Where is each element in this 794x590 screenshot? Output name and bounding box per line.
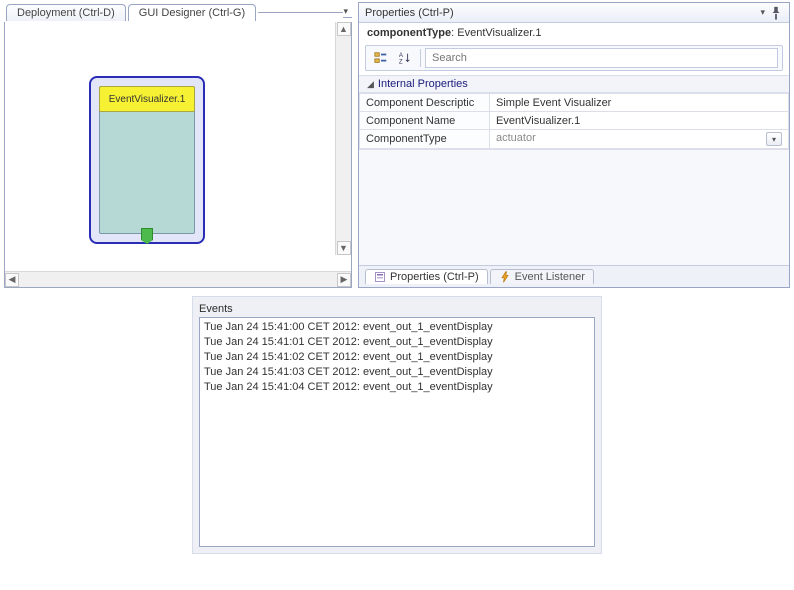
properties-summary: componentType: EventVisualizer.1: [359, 23, 789, 43]
dropdown-icon[interactable]: ▾: [766, 132, 782, 146]
events-list[interactable]: Tue Jan 24 15:41:00 CET 2012: event_out_…: [199, 317, 595, 547]
scroll-right-icon[interactable]: ▶: [337, 273, 351, 287]
event-line: Tue Jan 24 15:41:00 CET 2012: event_out_…: [204, 320, 590, 335]
properties-panel: Properties (Ctrl-P) ▾ componentType: Eve…: [358, 2, 790, 288]
event-line: Tue Jan 24 15:41:02 CET 2012: event_out_…: [204, 350, 590, 365]
categorized-icon[interactable]: [370, 48, 392, 68]
properties-icon: [374, 271, 386, 283]
property-value[interactable]: EventVisualizer.1: [490, 112, 789, 130]
collapse-icon[interactable]: ◢: [367, 79, 374, 90]
lightning-icon: [499, 271, 511, 283]
horizontal-scrollbar[interactable]: ◀ ▶: [5, 271, 351, 287]
summary-key: componentType: [367, 27, 451, 39]
properties-bottom-tabs: Properties (Ctrl-P) Event Listener: [359, 265, 789, 287]
component-eventvisualizer[interactable]: EventVisualizer.1: [89, 76, 205, 244]
panel-menu-icon[interactable]: ▾: [760, 7, 765, 18]
properties-title: Properties (Ctrl-P): [365, 7, 454, 19]
tabs-menu-icon[interactable]: ▾: [343, 6, 348, 17]
designer-panel: Deployment (Ctrl-D) GUI Designer (Ctrl-G…: [4, 2, 352, 288]
tab-properties-label: Properties (Ctrl-P): [390, 271, 479, 283]
sort-az-icon[interactable]: AZ: [394, 48, 416, 68]
designer-canvas[interactable]: EventVisualizer.1 ▲ ▼: [5, 22, 351, 271]
event-line: Tue Jan 24 15:41:03 CET 2012: event_out_…: [204, 365, 590, 380]
property-row: ComponentTypeactuator▾: [360, 130, 789, 149]
events-panel: Events Tue Jan 24 15:41:00 CET 2012: eve…: [192, 296, 602, 554]
tab-properties[interactable]: Properties (Ctrl-P): [365, 269, 488, 284]
section-internal-properties[interactable]: ◢ Internal Properties: [359, 75, 789, 93]
designer-tabs: Deployment (Ctrl-D) GUI Designer (Ctrl-G…: [4, 2, 352, 22]
property-key: Component Name: [360, 112, 490, 130]
tab-event-listener-label: Event Listener: [515, 271, 585, 283]
property-value[interactable]: Simple Event Visualizer: [490, 94, 789, 112]
property-row: Component DescripticSimple Event Visuali…: [360, 94, 789, 112]
section-label: Internal Properties: [378, 78, 468, 90]
event-line: Tue Jan 24 15:41:04 CET 2012: event_out_…: [204, 380, 590, 395]
events-label: Events: [199, 303, 595, 315]
tab-event-listener[interactable]: Event Listener: [490, 269, 594, 284]
pin-icon[interactable]: [769, 6, 783, 20]
component-title: EventVisualizer.1: [99, 86, 195, 112]
vertical-scrollbar[interactable]: ▲ ▼: [335, 22, 351, 255]
svg-text:Z: Z: [399, 58, 403, 65]
designer-canvas-wrap: EventVisualizer.1 ▲ ▼ ◀ ▶: [4, 22, 352, 288]
event-line: Tue Jan 24 15:41:01 CET 2012: event_out_…: [204, 335, 590, 350]
properties-table: Component DescripticSimple Event Visuali…: [359, 93, 789, 149]
tab-deployment[interactable]: Deployment (Ctrl-D): [6, 4, 126, 21]
property-value[interactable]: actuator▾: [490, 130, 789, 149]
property-key: Component Descriptic: [360, 94, 490, 112]
search-input[interactable]: [425, 48, 778, 68]
properties-tbody: Component DescripticSimple Event Visuali…: [360, 94, 789, 149]
scroll-left-icon[interactable]: ◀: [5, 273, 19, 287]
tab-gui-designer[interactable]: GUI Designer (Ctrl-G): [128, 4, 256, 21]
scroll-down-icon[interactable]: ▼: [337, 241, 351, 255]
summary-value: EventVisualizer.1: [457, 27, 541, 39]
property-row: Component NameEventVisualizer.1: [360, 112, 789, 130]
properties-header: Properties (Ctrl-P) ▾: [359, 3, 789, 23]
property-key: ComponentType: [360, 130, 490, 149]
properties-toolbar: AZ: [365, 45, 783, 71]
scroll-up-icon[interactable]: ▲: [337, 22, 351, 36]
component-port-icon[interactable]: [141, 228, 153, 244]
